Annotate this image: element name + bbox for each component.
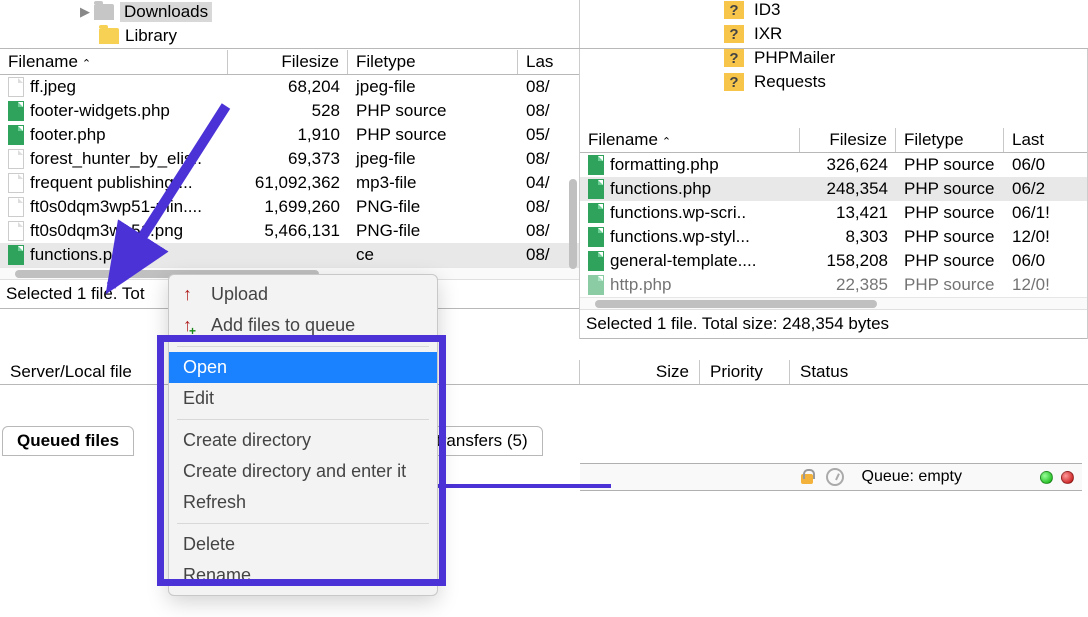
chevron-right-icon: ▶ [80, 4, 94, 20]
file-row[interactable]: ft0s0dqm3wp51-min....1,699,260PNG-file08… [0, 195, 579, 219]
annotation-line [438, 484, 611, 488]
file-row[interactable]: formatting.php326,624PHP source06/0 [580, 153, 1087, 177]
upload-icon: ↑ [183, 284, 197, 305]
php-file-icon [588, 275, 604, 295]
menu-create-directory[interactable]: Create directory [169, 425, 437, 456]
tree-item-downloads[interactable]: ▶ Downloads [0, 0, 579, 24]
file-row[interactable]: ft0s0dqm3wp51.png5,466,131PNG-file08/ [0, 219, 579, 243]
col-last[interactable]: Las [518, 50, 579, 74]
php-file-icon [588, 155, 604, 175]
menu-separator [177, 523, 429, 524]
file-icon [8, 77, 24, 97]
php-file-icon [8, 101, 24, 121]
menu-rename[interactable]: Rename [169, 560, 437, 591]
file-row[interactable]: footer.php1,910PHP source05/ [0, 123, 579, 147]
php-file-icon [8, 125, 24, 145]
col-filetype[interactable]: Filetype [348, 50, 518, 74]
php-file-icon [8, 245, 24, 265]
file-icon [8, 221, 24, 241]
col-priority[interactable]: Priority [700, 360, 790, 384]
col-filename[interactable]: Filename⌃ [0, 50, 228, 74]
status-led-green [1040, 471, 1053, 484]
local-tree[interactable]: ▶ Downloads Library [0, 0, 580, 48]
php-file-icon [588, 251, 604, 271]
menu-separator [177, 419, 429, 420]
file-row[interactable]: general-template....158,208PHP source06/… [580, 249, 1087, 273]
upload-plus-icon: ↑ [183, 315, 197, 336]
sort-asc-icon: ⌃ [82, 58, 91, 70]
menu-edit[interactable]: Edit [169, 383, 437, 414]
remote-status: Selected 1 file. Total size: 248,354 byt… [580, 309, 1087, 339]
context-menu: ↑Upload ↑Add files to queue Open Edit Cr… [168, 274, 438, 596]
file-icon [8, 149, 24, 169]
status-bar: Queue: empty [580, 463, 1082, 491]
col-filesize[interactable]: Filesize [800, 128, 896, 152]
sort-asc-icon: ⌃ [662, 136, 671, 148]
status-led-red [1061, 471, 1074, 484]
file-row[interactable]: forest_hunter_by_elis..69,373jpeg-file08… [0, 147, 579, 171]
col-last[interactable]: Last [1004, 128, 1087, 152]
remote-file-list[interactable]: Filename⌃ Filesize Filetype Last formatt… [580, 49, 1088, 339]
col-size[interactable]: Size [580, 360, 700, 384]
menu-separator [177, 346, 429, 347]
menu-create-directory-enter[interactable]: Create directory and enter it [169, 456, 437, 487]
question-folder-icon: ? [724, 1, 744, 19]
queue-status: Queue: empty [862, 468, 963, 486]
file-row[interactable]: functions.wp-scri..13,421PHP source06/1! [580, 201, 1087, 225]
lock-icon [798, 468, 816, 486]
menu-delete[interactable]: Delete [169, 529, 437, 560]
file-row[interactable]: ff.jpeg68,204jpeg-file08/ [0, 75, 579, 99]
tree-item[interactable]: ?IXR [600, 22, 1088, 46]
file-row[interactable]: http.php22,385PHP source12/0! [580, 273, 1087, 297]
tree-item[interactable]: ?ID3 [600, 0, 1088, 22]
file-icon [8, 197, 24, 217]
php-file-icon [588, 227, 604, 247]
col-filetype[interactable]: Filetype [896, 128, 1004, 152]
tree-label: Downloads [120, 2, 212, 22]
col-filesize[interactable]: Filesize [228, 50, 348, 74]
file-row[interactable]: functions.php248,354PHP source06/2 [580, 177, 1087, 201]
file-row[interactable]: functions.wp-styl...8,303PHP source12/0! [580, 225, 1087, 249]
folder-icon [99, 28, 119, 44]
scrollbar-horizontal[interactable]: .file-col.right .scrollbar-h::after{righ… [580, 297, 1087, 309]
menu-open[interactable]: Open [169, 352, 437, 383]
php-file-icon [588, 179, 604, 199]
php-file-icon [588, 203, 604, 223]
speed-meter-icon[interactable] [826, 468, 844, 486]
tab-failed-transfers[interactable]: transfers (5) [421, 426, 543, 456]
file-row[interactable]: functions.phpce08/ [0, 243, 579, 267]
file-icon [8, 173, 24, 193]
tab-queued-files[interactable]: Queued files [2, 426, 134, 456]
col-status[interactable]: Status [790, 360, 1088, 384]
scrollbar-vertical[interactable] [569, 179, 577, 269]
question-folder-icon: ? [724, 25, 744, 43]
file-row[interactable]: footer-widgets.php528PHP source08/ [0, 99, 579, 123]
menu-refresh[interactable]: Refresh [169, 487, 437, 518]
col-filename[interactable]: Filename⌃ [580, 128, 800, 152]
file-row[interactable]: frequent publishing....61,092,362mp3-fil… [0, 171, 579, 195]
menu-add-to-queue[interactable]: ↑Add files to queue [169, 310, 437, 341]
tree-label: Library [125, 26, 177, 46]
folder-icon [94, 4, 114, 20]
tree-item-library[interactable]: Library [0, 24, 579, 48]
menu-upload[interactable]: ↑Upload [169, 279, 437, 310]
